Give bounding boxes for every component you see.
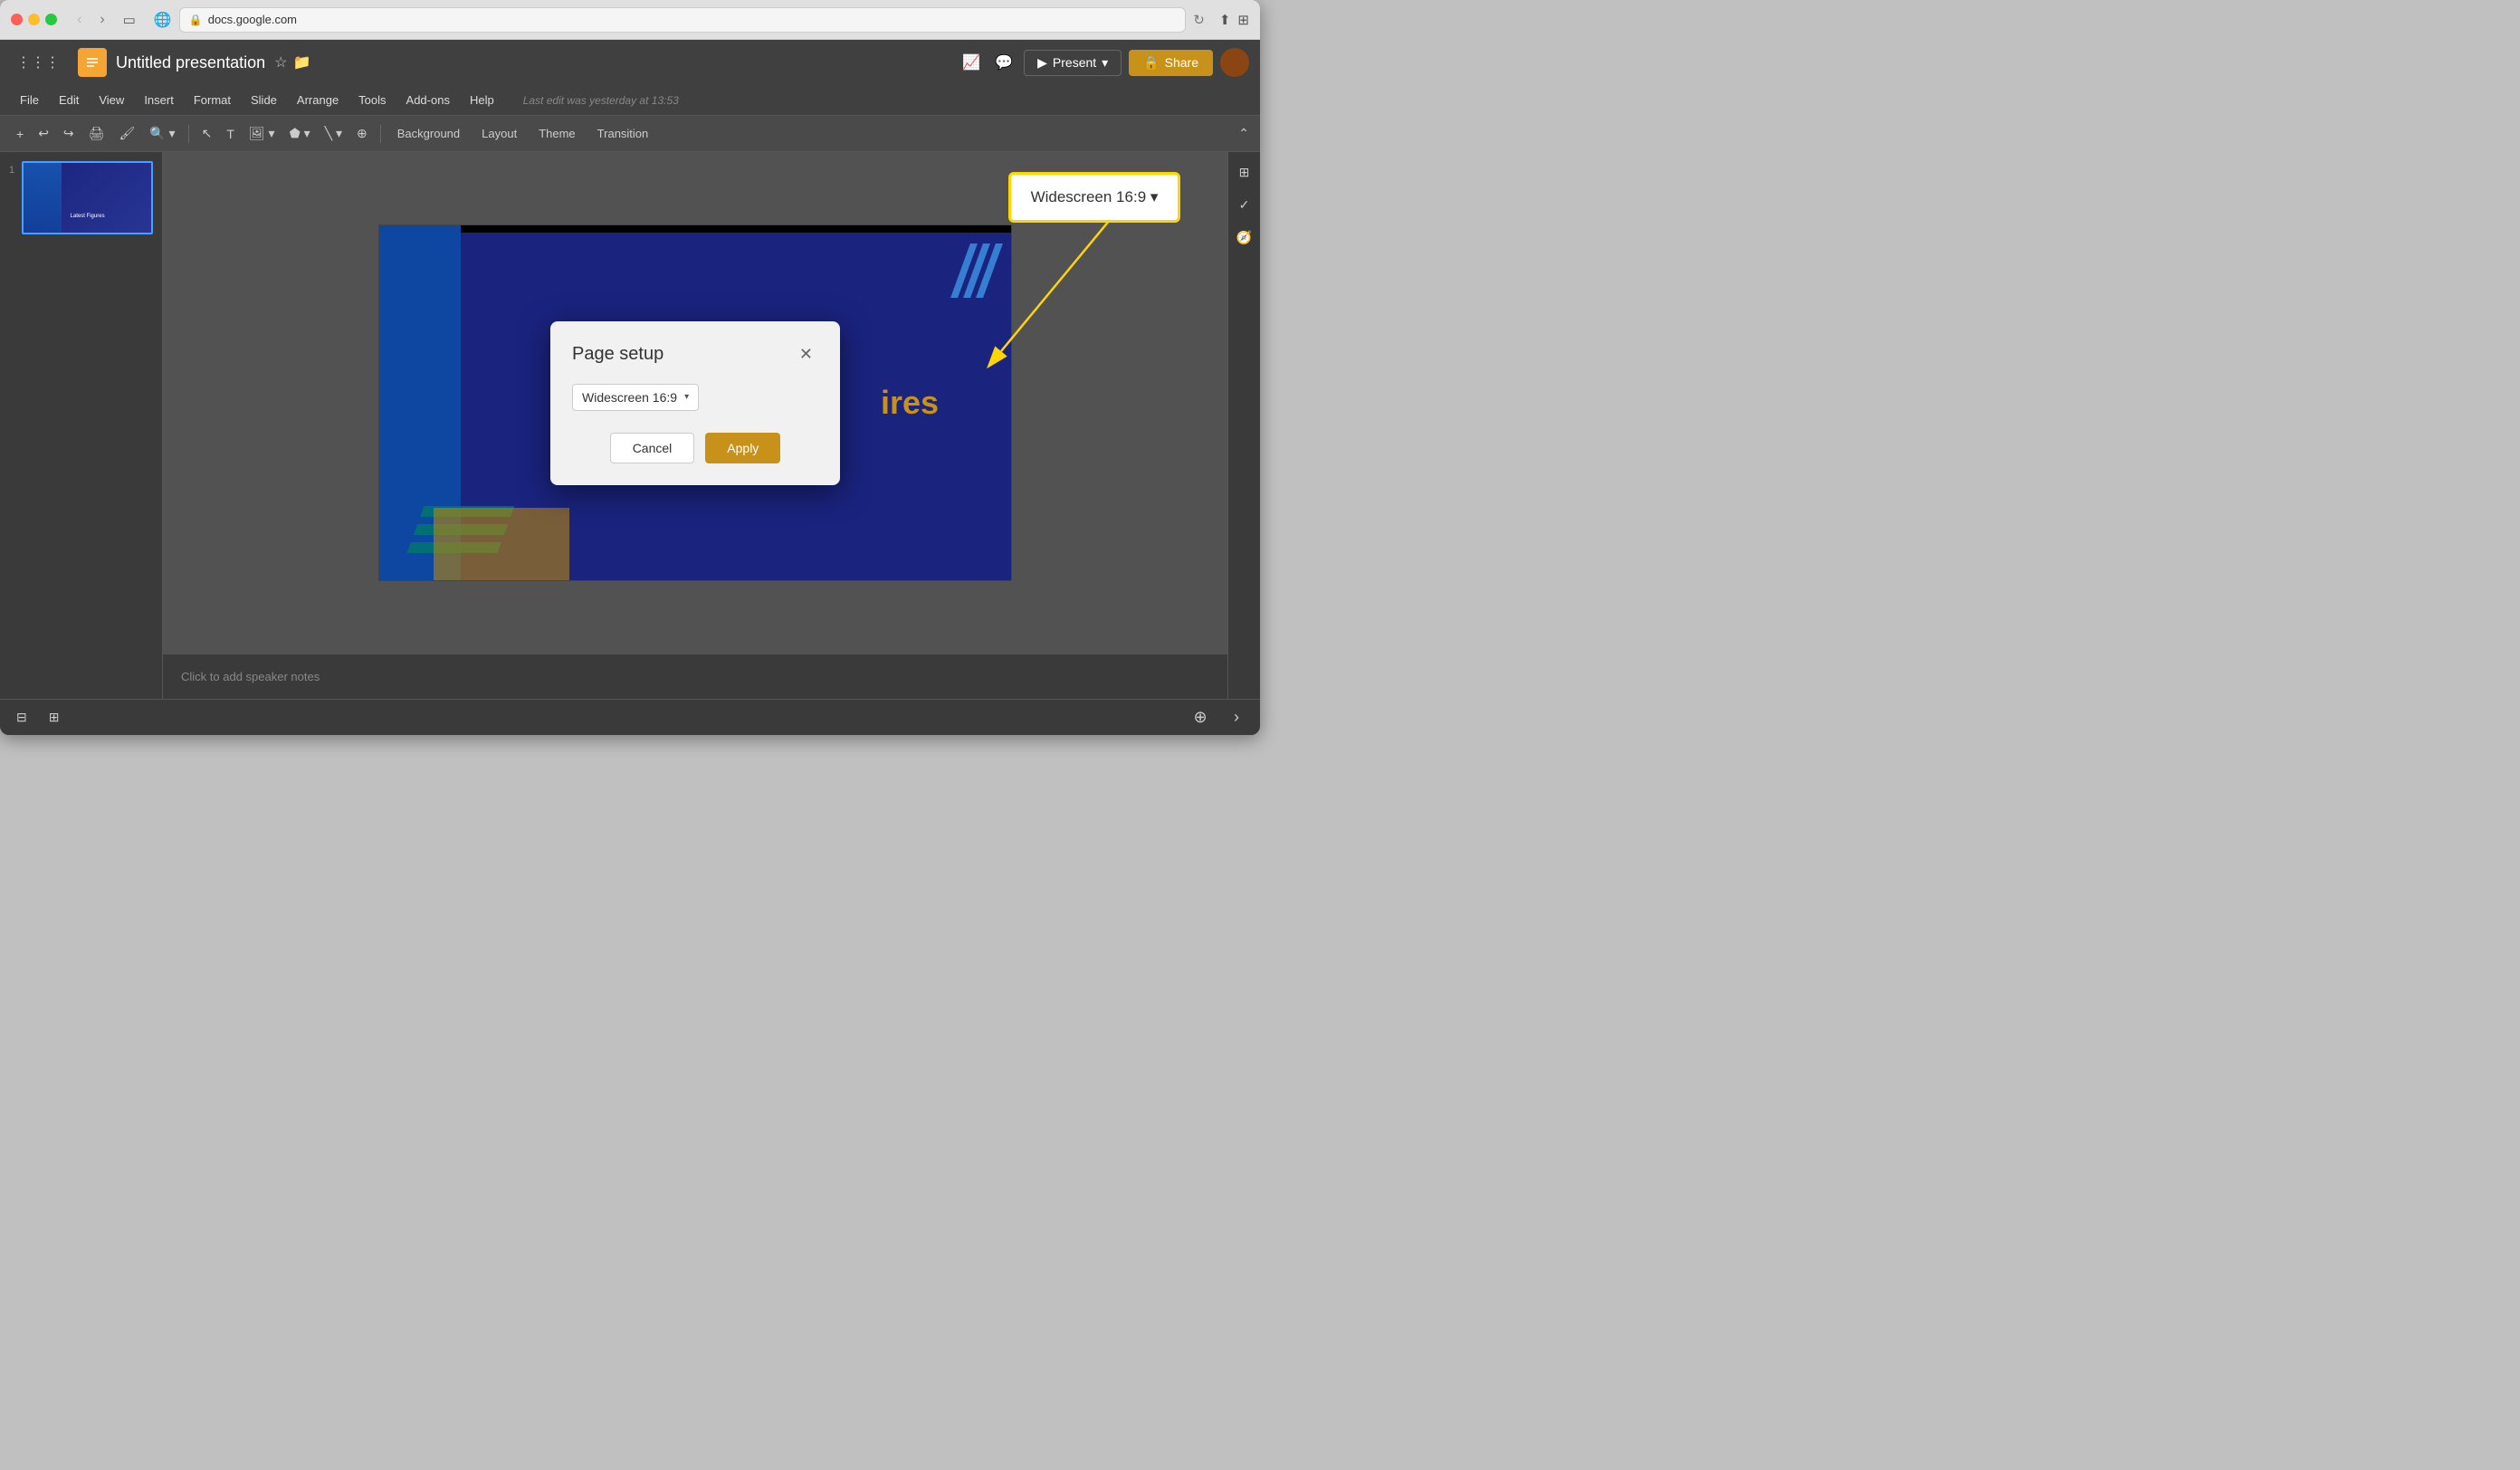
comments-button[interactable]: 💬 — [991, 50, 1017, 75]
shapes-button[interactable]: ⬟ ▾ — [284, 122, 316, 145]
share-button[interactable]: 🔒 Share — [1129, 50, 1213, 76]
sidebar-toggle-button[interactable]: ▭ — [118, 10, 141, 30]
forward-button[interactable]: › — [94, 10, 110, 30]
reload-button[interactable]: ↻ — [1193, 12, 1205, 28]
maximize-window-button[interactable] — [45, 14, 57, 25]
modal-footer: Cancel Apply — [572, 433, 818, 463]
right-panel-check-button[interactable]: ✓ — [1232, 192, 1257, 217]
traffic-lights — [11, 14, 57, 25]
app-header: ⋮⋮⋮ Untitled presentation ☆ 📁 📈 💬 — [0, 40, 1260, 85]
menu-insert[interactable]: Insert — [135, 90, 183, 110]
expand-panel-button[interactable]: › — [1224, 705, 1249, 730]
paint-format-button[interactable]: 🖌 — [113, 122, 140, 145]
slide-thumbnail[interactable]: Latest Figures — [22, 161, 153, 234]
doc-title: Untitled presentation — [116, 53, 265, 72]
modal-backdrop: Page setup ✕ Widescreen 16:9 ▾ Cancel — [163, 152, 1227, 654]
modal-title: Page setup — [572, 344, 663, 365]
new-tab-button[interactable]: ⊞ — [1237, 12, 1249, 28]
text-box-button[interactable]: T — [221, 123, 240, 145]
toolbar-separator-2 — [380, 125, 381, 143]
right-panel-grid-button[interactable]: ⊞ — [1232, 159, 1257, 185]
star-button[interactable]: ☆ — [274, 53, 287, 72]
main-area: 1 Latest Figures — [0, 152, 1260, 699]
undo-button[interactable]: ↩ — [33, 122, 54, 145]
menu-addons[interactable]: Add-ons — [397, 90, 459, 110]
menu-grid-button[interactable]: ⋮⋮⋮ — [11, 50, 65, 75]
title-bar: ‹ › ▭ 🌐 🔒 docs.google.com ↻ ⬆ ⊞ — [0, 0, 1260, 40]
background-button[interactable]: Background — [388, 123, 469, 144]
annotation-box: Widescreen 16:9 ▾ — [1008, 172, 1180, 223]
menu-tools[interactable]: Tools — [349, 90, 395, 110]
slide-number: 1 — [9, 165, 14, 176]
favicon-icon: 🌐 — [154, 11, 172, 29]
dropdown-chevron-icon: ▾ — [684, 392, 689, 402]
doc-actions: ☆ 📁 — [274, 53, 310, 72]
analytics-button[interactable]: 📈 — [959, 50, 984, 75]
slides-panel: 1 Latest Figures — [0, 152, 163, 699]
slide-thumbnail-container: 1 Latest Figures — [9, 161, 153, 234]
present-button[interactable]: ▶ Present ▾ — [1024, 50, 1122, 76]
modal-close-button[interactable]: ✕ — [794, 343, 818, 366]
menu-file[interactable]: File — [11, 90, 48, 110]
lock-icon: 🔒 — [189, 14, 203, 26]
print-button[interactable]: 🖨 — [83, 122, 110, 145]
canvas-area: ires Widescreen 16:9 ▾ — [163, 152, 1227, 699]
address-bar[interactable]: 🔒 docs.google.com — [179, 7, 1187, 33]
redo-button[interactable]: ↪ — [58, 122, 80, 145]
menu-arrange[interactable]: Arrange — [288, 90, 348, 110]
folder-button[interactable]: 📁 — [292, 53, 310, 72]
right-panel: ⊞ ✓ 🧭 — [1227, 152, 1260, 699]
grid-view-button[interactable]: ⊟ — [11, 706, 33, 729]
page-setup-dialog: Page setup ✕ Widescreen 16:9 ▾ Cancel — [550, 321, 840, 485]
menu-format[interactable]: Format — [185, 90, 240, 110]
page-size-dropdown[interactable]: Widescreen 16:9 ▾ — [572, 384, 699, 411]
toolbar-separator-1 — [188, 125, 189, 143]
theme-button[interactable]: Theme — [530, 123, 584, 144]
back-button[interactable]: ‹ — [72, 10, 87, 30]
browser-window: ‹ › ▭ 🌐 🔒 docs.google.com ↻ ⬆ ⊞ ⋮⋮⋮ — [0, 0, 1260, 735]
present-dropdown-arrow: ▾ — [1102, 55, 1108, 71]
menu-help[interactable]: Help — [461, 90, 503, 110]
lock-share-icon: 🔒 — [1143, 55, 1159, 71]
cancel-button[interactable]: Cancel — [610, 433, 695, 463]
share-page-button[interactable]: ⬆ — [1219, 12, 1231, 28]
add-slide-button[interactable]: + — [11, 123, 29, 145]
header-right: 📈 💬 ▶ Present ▾ 🔒 Share — [959, 48, 1249, 77]
plus-button[interactable]: ⊕ — [351, 122, 373, 145]
collapse-toolbar-button[interactable]: ⌃ — [1238, 126, 1249, 141]
image-button[interactable]: 🖼 ▾ — [243, 122, 281, 145]
menu-slide[interactable]: Slide — [242, 90, 286, 110]
minimize-window-button[interactable] — [28, 14, 40, 25]
bottom-bar: ⊟ ⊞ ⊕ › — [0, 699, 1260, 735]
app-logo — [78, 48, 107, 77]
user-avatar[interactable] — [1220, 48, 1249, 77]
add-note-button[interactable]: ⊕ — [1188, 705, 1213, 730]
zoom-button[interactable]: 🔍 ▾ — [144, 122, 180, 145]
page-size-value: Widescreen 16:9 — [582, 390, 677, 405]
apply-button[interactable]: Apply — [705, 433, 780, 463]
filmstrip-view-button[interactable]: ⊞ — [43, 706, 65, 729]
speaker-notes-placeholder[interactable]: Click to add speaker notes — [181, 670, 320, 683]
layout-button[interactable]: Layout — [472, 123, 526, 144]
browser-actions: ⬆ ⊞ — [1219, 12, 1249, 28]
url-text: docs.google.com — [208, 13, 1177, 26]
last-edit-text: Last edit was yesterday at 13:53 — [523, 94, 679, 107]
cursor-button[interactable]: ↖ — [196, 122, 218, 145]
app-content: ⋮⋮⋮ Untitled presentation ☆ 📁 📈 💬 — [0, 40, 1260, 735]
speaker-notes: Click to add speaker notes — [163, 654, 1227, 699]
modal-header: Page setup ✕ — [572, 343, 818, 366]
modal-body: Widescreen 16:9 ▾ — [572, 384, 818, 411]
present-icon: ▶ — [1037, 55, 1047, 71]
slide-thumb-title: Latest Figures — [36, 214, 138, 219]
menu-bar: File Edit View Insert Format Slide Arran… — [0, 85, 1260, 116]
annotation-label: Widescreen 16:9 ▾ — [1031, 188, 1159, 206]
right-panel-compass-button[interactable]: 🧭 — [1232, 224, 1257, 250]
menu-edit[interactable]: Edit — [50, 90, 88, 110]
transition-button[interactable]: Transition — [588, 123, 658, 144]
line-button[interactable]: ╲ ▾ — [320, 122, 348, 145]
menu-view[interactable]: View — [90, 90, 133, 110]
toolbar: + ↩ ↪ 🖨 🖌 🔍 ▾ ↖ T 🖼 ▾ ⬟ ▾ ╲ ▾ ⊕ Backgrou… — [0, 116, 1260, 152]
close-window-button[interactable] — [11, 14, 23, 25]
slide-canvas: ires Widescreen 16:9 ▾ — [163, 152, 1227, 654]
